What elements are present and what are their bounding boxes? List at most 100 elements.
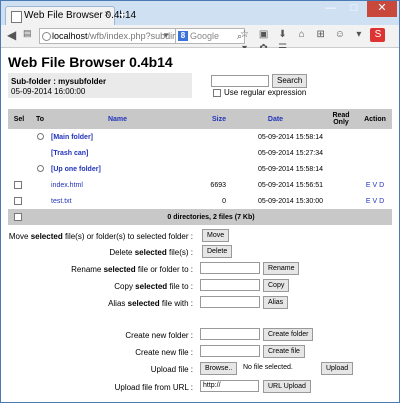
file-link[interactable]: index.html	[50, 177, 185, 193]
regex-option[interactable]: Use regular expression	[213, 88, 306, 97]
create-folder-button[interactable]: Create folder	[263, 328, 314, 341]
no-file-text: No file selected.	[243, 364, 293, 371]
search-engine-icon: 8	[178, 31, 188, 41]
table-row: [Trash can] 05-09-2014 15:27:34	[8, 145, 392, 161]
file-actions[interactable]: E V D	[358, 193, 392, 209]
move-button[interactable]: Move	[202, 229, 230, 242]
rename-label: Rename selected file or folder to :	[71, 265, 193, 274]
file-size	[185, 145, 227, 161]
download-icon[interactable]: ⬇	[275, 28, 290, 42]
create-file-input[interactable]	[200, 345, 260, 357]
delete-row: Delete selected file(s) : Delete	[1, 245, 399, 259]
browse-button[interactable]: Browse..	[200, 362, 238, 375]
url-path: /wfb/index.php?subdir=mysubfolc	[87, 31, 185, 41]
address-bar[interactable]: localhost/wfb/index.php?subdir=mysubfolc…	[39, 28, 185, 44]
addon-dropdown-icon[interactable]: ▾	[351, 28, 366, 42]
file-actions[interactable]	[358, 161, 392, 177]
upload-url-row: Upload file from URL : http:// URL Uploa…	[1, 380, 399, 394]
select-checkbox[interactable]	[13, 197, 22, 205]
move-target-radio[interactable]	[36, 164, 44, 172]
table-row: [Up one folder] 05-09-2014 15:58:14	[8, 161, 392, 177]
move-row: Move selected file(s) or folder(s) to se…	[1, 229, 399, 243]
create-file-row: Create new file : Create file	[1, 345, 399, 359]
col-date[interactable]: Date	[227, 109, 324, 129]
search-box[interactable]: 8 Google ⌕	[175, 28, 245, 44]
regex-label: Use regular expression	[224, 88, 307, 97]
alias-label: Alias selected file with :	[108, 299, 193, 308]
folder-link[interactable]: [Trash can]	[50, 145, 185, 161]
navigation-toolbar: ◀ ▤ localhost/wfb/index.php?subdir=mysub…	[1, 25, 399, 54]
delete-button[interactable]: Delete	[202, 245, 233, 258]
maximize-button[interactable]: □	[344, 1, 364, 17]
minimize-button[interactable]: —	[321, 1, 341, 17]
regex-checkbox[interactable]	[213, 88, 221, 97]
url-host: localhost	[52, 31, 88, 41]
rename-row: Rename selected file or folder to : Rena…	[1, 262, 399, 276]
file-actions[interactable]	[358, 145, 392, 161]
file-date: 05-09-2014 15:27:34	[258, 149, 323, 157]
col-name[interactable]: Name	[50, 109, 185, 129]
tab-strip: Web File Browser 0.4b14 × + — □ ✕	[1, 1, 399, 26]
copy-input[interactable]	[200, 279, 260, 291]
copy-label: Copy selected file to :	[114, 282, 193, 291]
folder-link[interactable]: [Main folder]	[50, 129, 185, 145]
file-actions[interactable]	[358, 129, 392, 145]
tab-close-icon[interactable]: ×	[104, 9, 110, 20]
move-target-radio[interactable]	[36, 132, 44, 140]
create-file-button[interactable]: Create file	[263, 345, 305, 358]
col-size[interactable]: Size	[185, 109, 227, 129]
browser-window: Web File Browser 0.4b14 × + — □ ✕ ◀ ▤ lo…	[0, 0, 400, 403]
close-window-button[interactable]: ✕	[367, 1, 397, 17]
search-engine-name: Google	[190, 31, 220, 41]
upload-row: Upload file : Browse.. No file selected.…	[1, 362, 399, 376]
extension-icon[interactable]: S	[370, 28, 386, 42]
subfolder-info: Sub-folder : mysubfolder 05-09-2014 16:0…	[8, 73, 192, 98]
upload-url-input[interactable]: http://	[200, 380, 259, 392]
upload-label: Upload file :	[150, 365, 193, 374]
summary-row: 0 directories, 2 files (7 Kb)	[8, 209, 392, 225]
file-table: Sel To Name Size Date Read Only Action […	[8, 109, 392, 225]
create-folder-input[interactable]	[200, 328, 260, 340]
rename-input[interactable]	[200, 262, 260, 274]
col-to: To	[30, 109, 50, 129]
table-header-row: Sel To Name Size Date Read Only Action	[8, 109, 392, 129]
table-row: test.txt 0 05-09-2014 15:30:00 E V D	[8, 193, 392, 209]
back-icon[interactable]: ◀	[7, 28, 16, 42]
col-readonly: Read Only	[324, 109, 358, 129]
delete-label: Delete selected file(s) :	[109, 248, 193, 257]
search-input[interactable]	[211, 75, 269, 87]
select-all-checkbox[interactable]	[13, 213, 22, 221]
url-dropdown-icon[interactable]: ▼	[162, 29, 170, 43]
alias-button[interactable]: Alias	[263, 296, 289, 309]
move-label: Move selected file(s) or folder(s) to se…	[8, 232, 193, 241]
feed-icon[interactable]: ⊞	[313, 28, 328, 42]
folder-link[interactable]: [Up one folder]	[50, 161, 185, 177]
file-date: 05-09-2014 15:56:51	[258, 181, 323, 189]
new-tab-button[interactable]: +	[119, 8, 126, 22]
table-row: [Main folder] 05-09-2014 15:58:14	[8, 129, 392, 145]
reader-icon[interactable]: ▤	[23, 28, 32, 39]
select-checkbox[interactable]	[13, 181, 22, 189]
window-controls: — □ ✕	[321, 1, 397, 19]
upload-button[interactable]: Upload	[321, 362, 354, 375]
file-link[interactable]: test.txt	[50, 193, 185, 209]
page-content: Web File Browser 0.4b14 Sub-folder : mys…	[1, 48, 399, 402]
page-favicon-icon	[11, 11, 22, 23]
home-icon[interactable]: ⌂	[294, 28, 309, 42]
alias-input[interactable]	[200, 296, 260, 308]
rename-button[interactable]: Rename	[263, 262, 300, 275]
bookmark-star-icon[interactable]: ☆	[237, 28, 252, 42]
search-button[interactable]: Search	[272, 74, 308, 88]
create-folder-row: Create new folder : Create folder	[1, 328, 399, 342]
table-row: index.html 6693 05-09-2014 15:56:51 E V …	[8, 177, 392, 193]
copy-button[interactable]: Copy	[263, 279, 290, 292]
upload-url-label: Upload file from URL :	[114, 383, 193, 392]
url-upload-button[interactable]: URL Upload	[263, 380, 311, 393]
clipboard-icon[interactable]: ▣	[256, 28, 271, 42]
create-folder-label: Create new folder :	[125, 331, 193, 340]
create-file-label: Create new file :	[135, 348, 193, 357]
file-size	[185, 161, 227, 177]
browser-tab[interactable]: Web File Browser 0.4b14 ×	[5, 6, 136, 26]
chat-icon[interactable]: ☺	[332, 28, 347, 42]
file-actions[interactable]: E V D	[358, 177, 392, 193]
